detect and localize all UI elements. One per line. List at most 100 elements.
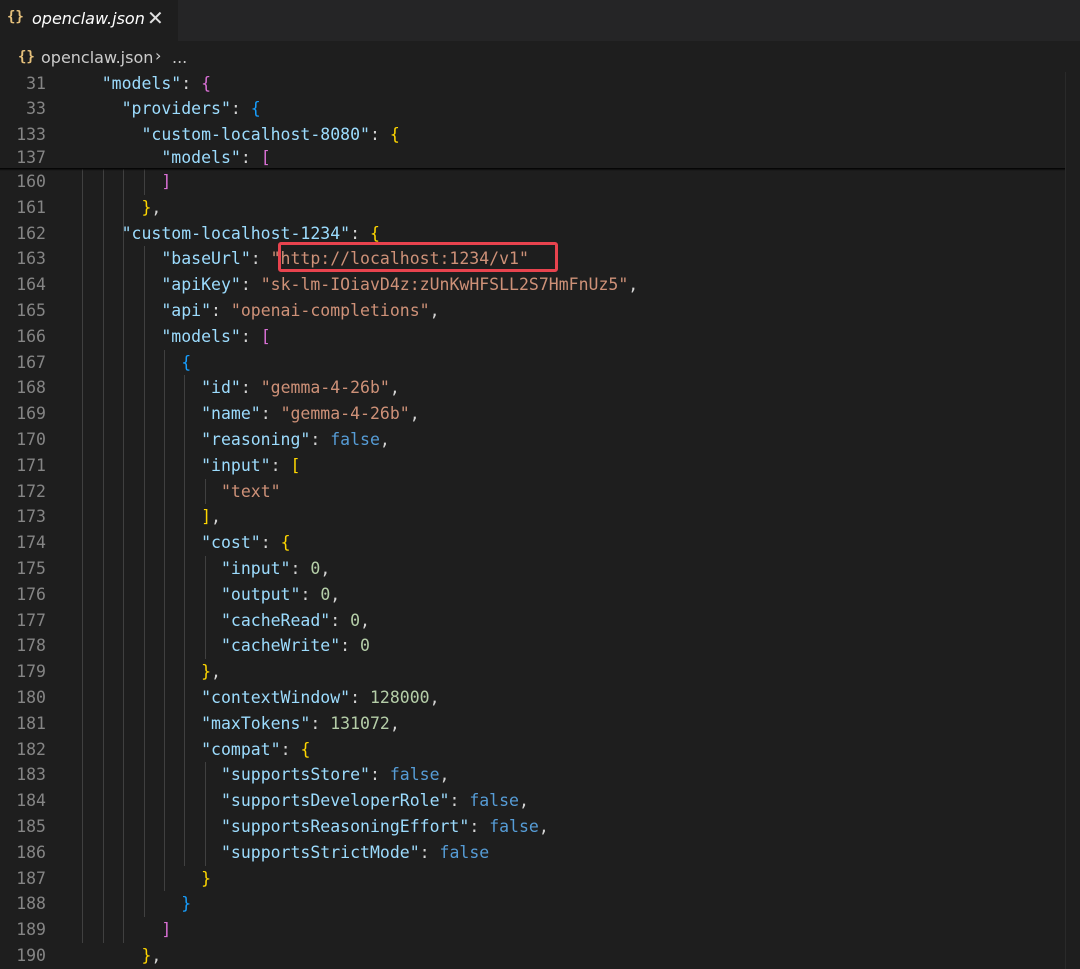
sticky-line-row[interactable]: 137 "models": [ [0, 146, 1080, 170]
code-text: "supportsReasoningEffort": false, [62, 814, 549, 840]
code-line-row[interactable]: 181 "maxTokens": 131072, [0, 711, 1080, 737]
token: "gemma-4-26b" [280, 404, 410, 424]
code-text: { [62, 350, 191, 376]
code-line-row[interactable]: 182 "compat": { [0, 737, 1080, 763]
code-line-row[interactable]: 172 "text" [0, 479, 1080, 505]
code-text: ] [62, 917, 171, 943]
code-line-row[interactable]: 190 }, [0, 943, 1080, 969]
token: "sk-lm-IOiavD4z:zUnKwHFSLL2S7HmFnUz5" [260, 275, 629, 295]
token: false [469, 791, 519, 811]
code-text: }, [62, 943, 161, 969]
code-line-row[interactable]: 175 "input": 0, [0, 556, 1080, 582]
token: : [211, 301, 231, 320]
code-line-row[interactable]: 177 "cacheRead": 0, [0, 608, 1080, 634]
code-text: "supportsStore": false, [62, 762, 450, 788]
token: ] [161, 920, 172, 940]
token: [ [290, 455, 301, 475]
code-line-row[interactable]: 164 "apiKey": "sk-lm-IOiavD4z:zUnKwHFSLL… [0, 272, 1080, 298]
code-text: "models": [ [62, 146, 270, 170]
vertical-scrollbar[interactable] [1065, 72, 1080, 969]
chevron-right-icon: › [155, 46, 162, 65]
token: : [290, 559, 311, 578]
code-line-row[interactable]: 168 "id": "gemma-4-26b", [0, 375, 1080, 401]
token: "compat" [201, 739, 281, 759]
code-line-row[interactable]: 174 "cost": { [0, 530, 1080, 556]
token: "supportsStrictMode" [220, 842, 420, 862]
code-line-row[interactable]: 167 { [0, 350, 1080, 376]
breadcrumb-file[interactable]: openclaw.json [41, 48, 153, 67]
token: 0 [310, 559, 321, 578]
token: ] [201, 507, 212, 527]
token: , [439, 765, 450, 785]
line-number: 190 [16, 946, 46, 965]
code-line-row[interactable]: 161 }, [0, 195, 1080, 221]
token: : [260, 533, 281, 553]
sticky-line-row[interactable]: 133 "custom-localhost-8080": { [0, 123, 1080, 147]
line-number: 176 [16, 584, 46, 604]
code-editor[interactable]: 160 ] 161 }, 162 "custom-localhost-1234": … [0, 72, 1080, 969]
code-line-row[interactable]: 165 "api": "openai-completions", [0, 298, 1080, 324]
code-line-row[interactable]: 173 ], [0, 504, 1080, 530]
code-line-row[interactable]: 184 "supportsDeveloperRole": false, [0, 788, 1080, 814]
code-text: "input": 0, [62, 556, 330, 582]
code-line-row[interactable]: 187 } [0, 866, 1080, 892]
code-line-row[interactable]: 180 "contextWindow": 128000, [0, 685, 1080, 711]
line-number: 161 [16, 197, 46, 217]
token: , [518, 791, 529, 811]
token: "gemma-4-26b" [260, 378, 390, 398]
code-text: "compat": { [62, 737, 310, 763]
code-line-row[interactable]: 189 ] [0, 917, 1080, 943]
line-number: 187 [16, 868, 46, 888]
token: : [260, 404, 281, 424]
code-line-row[interactable]: 176 "output": 0, [0, 582, 1080, 608]
sticky-line-row[interactable]: 33 "providers": { [0, 97, 1080, 121]
code-line-row[interactable]: 186 "supportsStrictMode": false [0, 840, 1080, 866]
code-line-row[interactable]: 169 "name": "gemma-4-26b", [0, 401, 1080, 427]
code-line-row[interactable]: 183 "supportsStore": false, [0, 762, 1080, 788]
breadcrumb-more[interactable]: ... [172, 48, 187, 67]
code-line-row[interactable]: 171 "input": [ [0, 453, 1080, 479]
token: "apiKey" [161, 275, 241, 295]
code-text: "supportsStrictMode": false [62, 840, 489, 866]
token: "text" [220, 481, 281, 501]
close-icon[interactable]: ✕ [147, 6, 164, 30]
token: "input" [201, 455, 271, 475]
code-line-row[interactable]: 178 "cacheWrite": 0 [0, 633, 1080, 659]
token: "models" [161, 326, 241, 346]
line-number: 189 [16, 920, 46, 940]
token: 0 [320, 584, 331, 604]
code-text: "models": { [62, 72, 211, 96]
code-text: ], [62, 504, 221, 530]
code-line-row[interactable]: 166 "models": [ [0, 324, 1080, 350]
token: { [201, 74, 212, 93]
code-line-row[interactable]: 179 }, [0, 659, 1080, 685]
code-text: } [62, 891, 191, 917]
tab-openclaw-json[interactable]: {} openclaw.json ✕ [0, 0, 178, 41]
code-text: "supportsDeveloperRole": false, [62, 788, 529, 814]
token: : [340, 636, 361, 656]
code-line-row[interactable]: 170 "reasoning": false, [0, 427, 1080, 453]
line-number: 177 [16, 610, 46, 630]
code-text: } [62, 866, 211, 892]
sticky-line-row[interactable]: 31 "models": { [0, 72, 1080, 96]
code-line-row[interactable]: 185 "supportsReasoningEffort": false, [0, 814, 1080, 840]
code-line-row[interactable]: 160 ] [0, 169, 1080, 195]
code-line-row[interactable]: 188 } [0, 891, 1080, 917]
token: , [211, 507, 221, 527]
breadcrumb: {} openclaw.json › ... [0, 43, 1080, 71]
token: , [628, 275, 639, 295]
